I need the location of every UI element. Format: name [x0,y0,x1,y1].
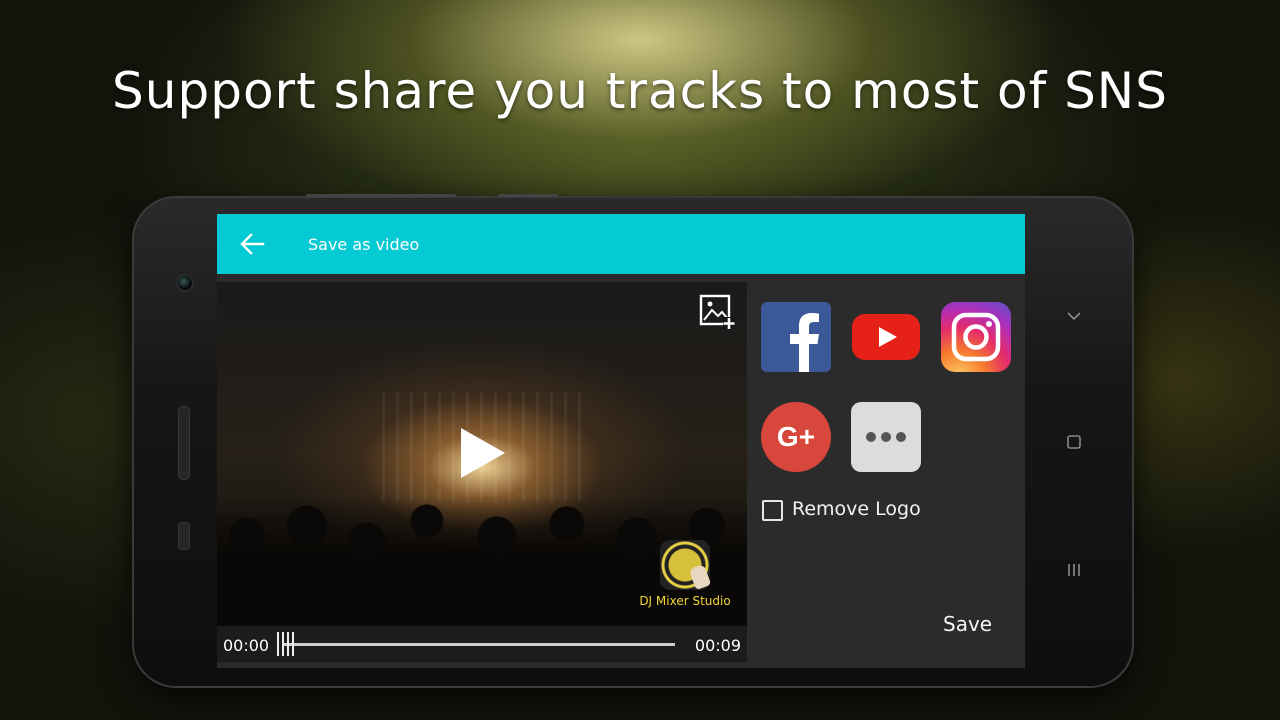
player-controls: 00:00 00:09 [217,626,747,662]
save-button[interactable]: Save [943,612,992,636]
page-title: Save as video [308,235,420,254]
phone-top-button [498,194,558,197]
chevron-down-icon[interactable] [1064,306,1084,325]
seek-bar[interactable] [283,643,675,646]
total-time: 00:09 [694,636,741,655]
google-plus-text: G+ [777,421,815,452]
instagram-icon[interactable] [941,302,1011,372]
facebook-icon[interactable] [761,302,831,372]
phone-sensor-slot [178,522,190,550]
promo-headline: Support share you tracks to most of SNS [112,62,1168,120]
seek-handle[interactable] [277,632,295,656]
share-panel: G+ Remove Logo Save [747,282,1025,668]
app-bar: Save as video [217,214,1025,274]
video-preview[interactable]: DJ Mixer Studio [217,282,747,626]
google-plus-icon[interactable]: G+ [761,402,831,472]
add-image-icon[interactable] [699,294,735,330]
youtube-icon[interactable] [851,302,921,372]
play-icon[interactable] [457,428,507,478]
dj-mixer-logo [660,540,712,591]
phone-top-button [306,194,456,197]
app-screen: Save as video DJ Mixer Studio 00:00 00:0… [217,214,1025,668]
more-options-icon[interactable] [851,402,921,472]
remove-logo-label[interactable]: Remove Logo [792,498,921,520]
home-key-icon[interactable] [1064,434,1084,454]
recent-apps-key-icon[interactable] [1064,562,1084,582]
watermark-label: DJ Mixer Studio [639,594,731,608]
current-time: 00:00 [223,636,270,655]
phone-sensor-slot [178,406,190,480]
arrow-left-icon[interactable] [239,232,265,256]
front-camera [176,274,194,292]
remove-logo-checkbox[interactable] [762,500,783,521]
